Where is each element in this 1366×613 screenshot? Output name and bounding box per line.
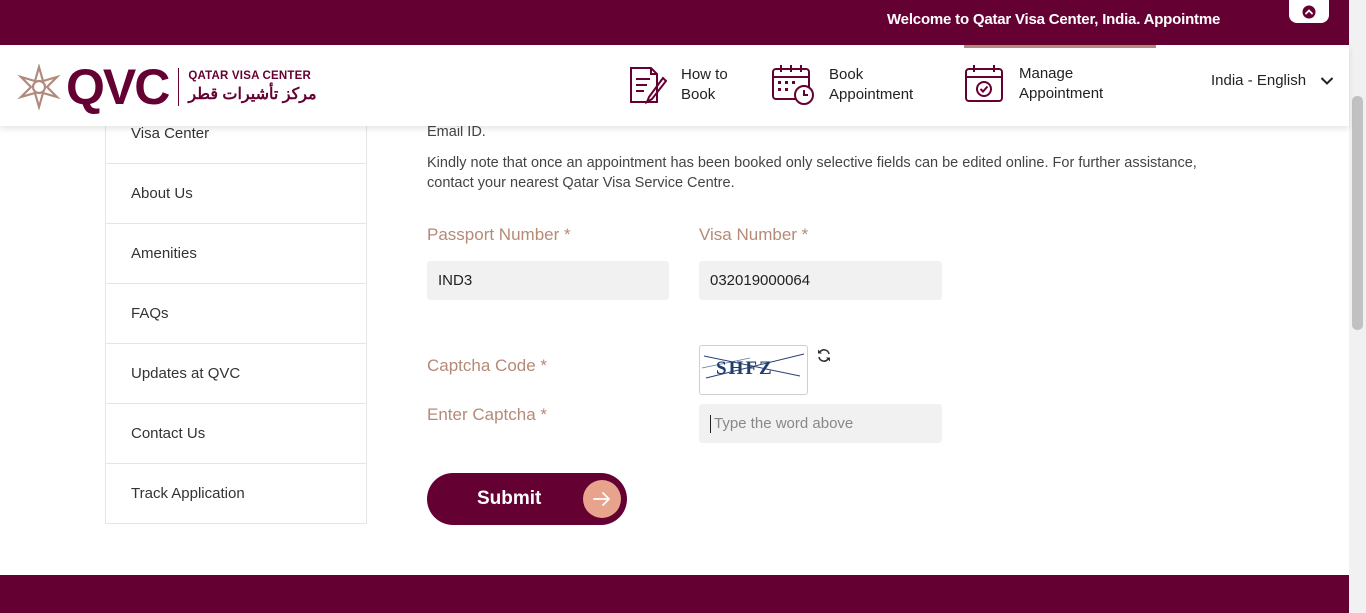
logo-subtitle: QATAR VISA CENTER مركز تأشيرات قطر xyxy=(188,70,316,104)
site-header: QVC QATAR VISA CENTER مركز تأشيرات قطر H… xyxy=(0,45,1349,126)
nav-manage-appointment-line1: Manage xyxy=(1019,65,1074,82)
passport-number-label: Passport Number * xyxy=(427,225,571,244)
logo-title-ar: مركز تأشيرات قطر xyxy=(188,86,317,103)
nav-book-appointment[interactable]: Book Appointment xyxy=(771,64,913,106)
arrow-right-icon xyxy=(583,480,621,518)
captcha-code-label: Captcha Code * xyxy=(427,356,548,375)
nav-manage-appointment-line2: Appointment xyxy=(1019,85,1104,102)
submit-button[interactable]: Submit xyxy=(427,473,627,525)
text-caret xyxy=(710,414,711,433)
sidebar-item-amenities[interactable]: Amenities xyxy=(106,224,366,284)
chevron-down-icon xyxy=(1320,76,1334,85)
language-selector[interactable]: India - English xyxy=(1211,72,1334,89)
submit-button-label: Submit xyxy=(477,488,542,509)
page-scrollbar[interactable] xyxy=(1349,0,1366,613)
nav-manage-appointment-label: Manage Appointment xyxy=(1019,64,1103,104)
document-edit-icon xyxy=(630,67,668,105)
captcha-image: SHFZ xyxy=(699,345,808,395)
nav-book-appointment-label: Book Appointment xyxy=(829,65,913,105)
sidebar-item-faqs[interactable]: FAQs xyxy=(106,284,366,344)
refresh-icon xyxy=(818,349,830,362)
visa-number-field[interactable]: 032019000064 xyxy=(699,261,942,300)
refresh-captcha-button[interactable] xyxy=(817,348,831,368)
nav-how-to-book[interactable]: How to Book xyxy=(625,64,728,106)
passport-number-field[interactable]: IND3 xyxy=(427,261,669,300)
nav-how-to-book-label: How to Book xyxy=(681,65,728,105)
nav-book-appointment-line1: Book xyxy=(829,66,864,83)
welcome-marquee: Welcome to Qatar Visa Center, India. App… xyxy=(887,11,1221,28)
language-label: India - English xyxy=(1211,72,1307,89)
sidebar-item-updates[interactable]: Updates at QVC xyxy=(106,344,366,404)
nav-how-to-book-line1: How to xyxy=(681,66,728,83)
nav-how-to-book-line2: Book xyxy=(681,86,716,103)
scroll-to-top-button[interactable] xyxy=(1289,0,1329,23)
nav-book-appointment-line2: Appointment xyxy=(829,86,914,103)
calendar-clock-icon xyxy=(772,65,814,105)
calendar-check-icon xyxy=(965,65,1003,102)
sidebar-item-contact-us[interactable]: Contact Us xyxy=(106,404,366,464)
chevron-up-icon xyxy=(1302,5,1316,18)
sidebar-item-track-application[interactable]: Track Application xyxy=(106,464,366,523)
captcha-text: SHFZ xyxy=(716,358,774,379)
edit-note: Kindly note that once an appointment has… xyxy=(427,155,1197,191)
logo-title-en: QATAR VISA CENTER xyxy=(188,70,312,82)
visa-number-label: Visa Number * xyxy=(699,225,809,244)
logo-mark: QVC xyxy=(66,59,170,115)
star-emblem-icon xyxy=(17,64,61,110)
scrollbar-thumb[interactable] xyxy=(1352,96,1363,330)
sidebar-menu: Visa Center About Us Amenities FAQs Upda… xyxy=(105,104,367,524)
top-banner: Welcome to Qatar Visa Center, India. App… xyxy=(0,0,1349,45)
sidebar-item-about-us[interactable]: About Us xyxy=(106,164,366,224)
site-footer xyxy=(0,575,1349,613)
qvc-logo[interactable]: QVC QATAR VISA CENTER مركز تأشيرات قطر xyxy=(16,62,317,112)
captcha-graphic: SHFZ xyxy=(701,353,805,379)
captcha-input[interactable]: Type the word above xyxy=(699,404,942,443)
logo-divider xyxy=(178,68,180,106)
enter-captcha-label: Enter Captcha * xyxy=(427,405,548,424)
note-email-tail: Email ID. xyxy=(427,124,486,140)
nav-active-indicator xyxy=(964,45,1156,48)
captcha-input-placeholder: Type the word above xyxy=(714,415,854,432)
nav-manage-appointment[interactable]: Manage Appointment xyxy=(964,64,1103,104)
